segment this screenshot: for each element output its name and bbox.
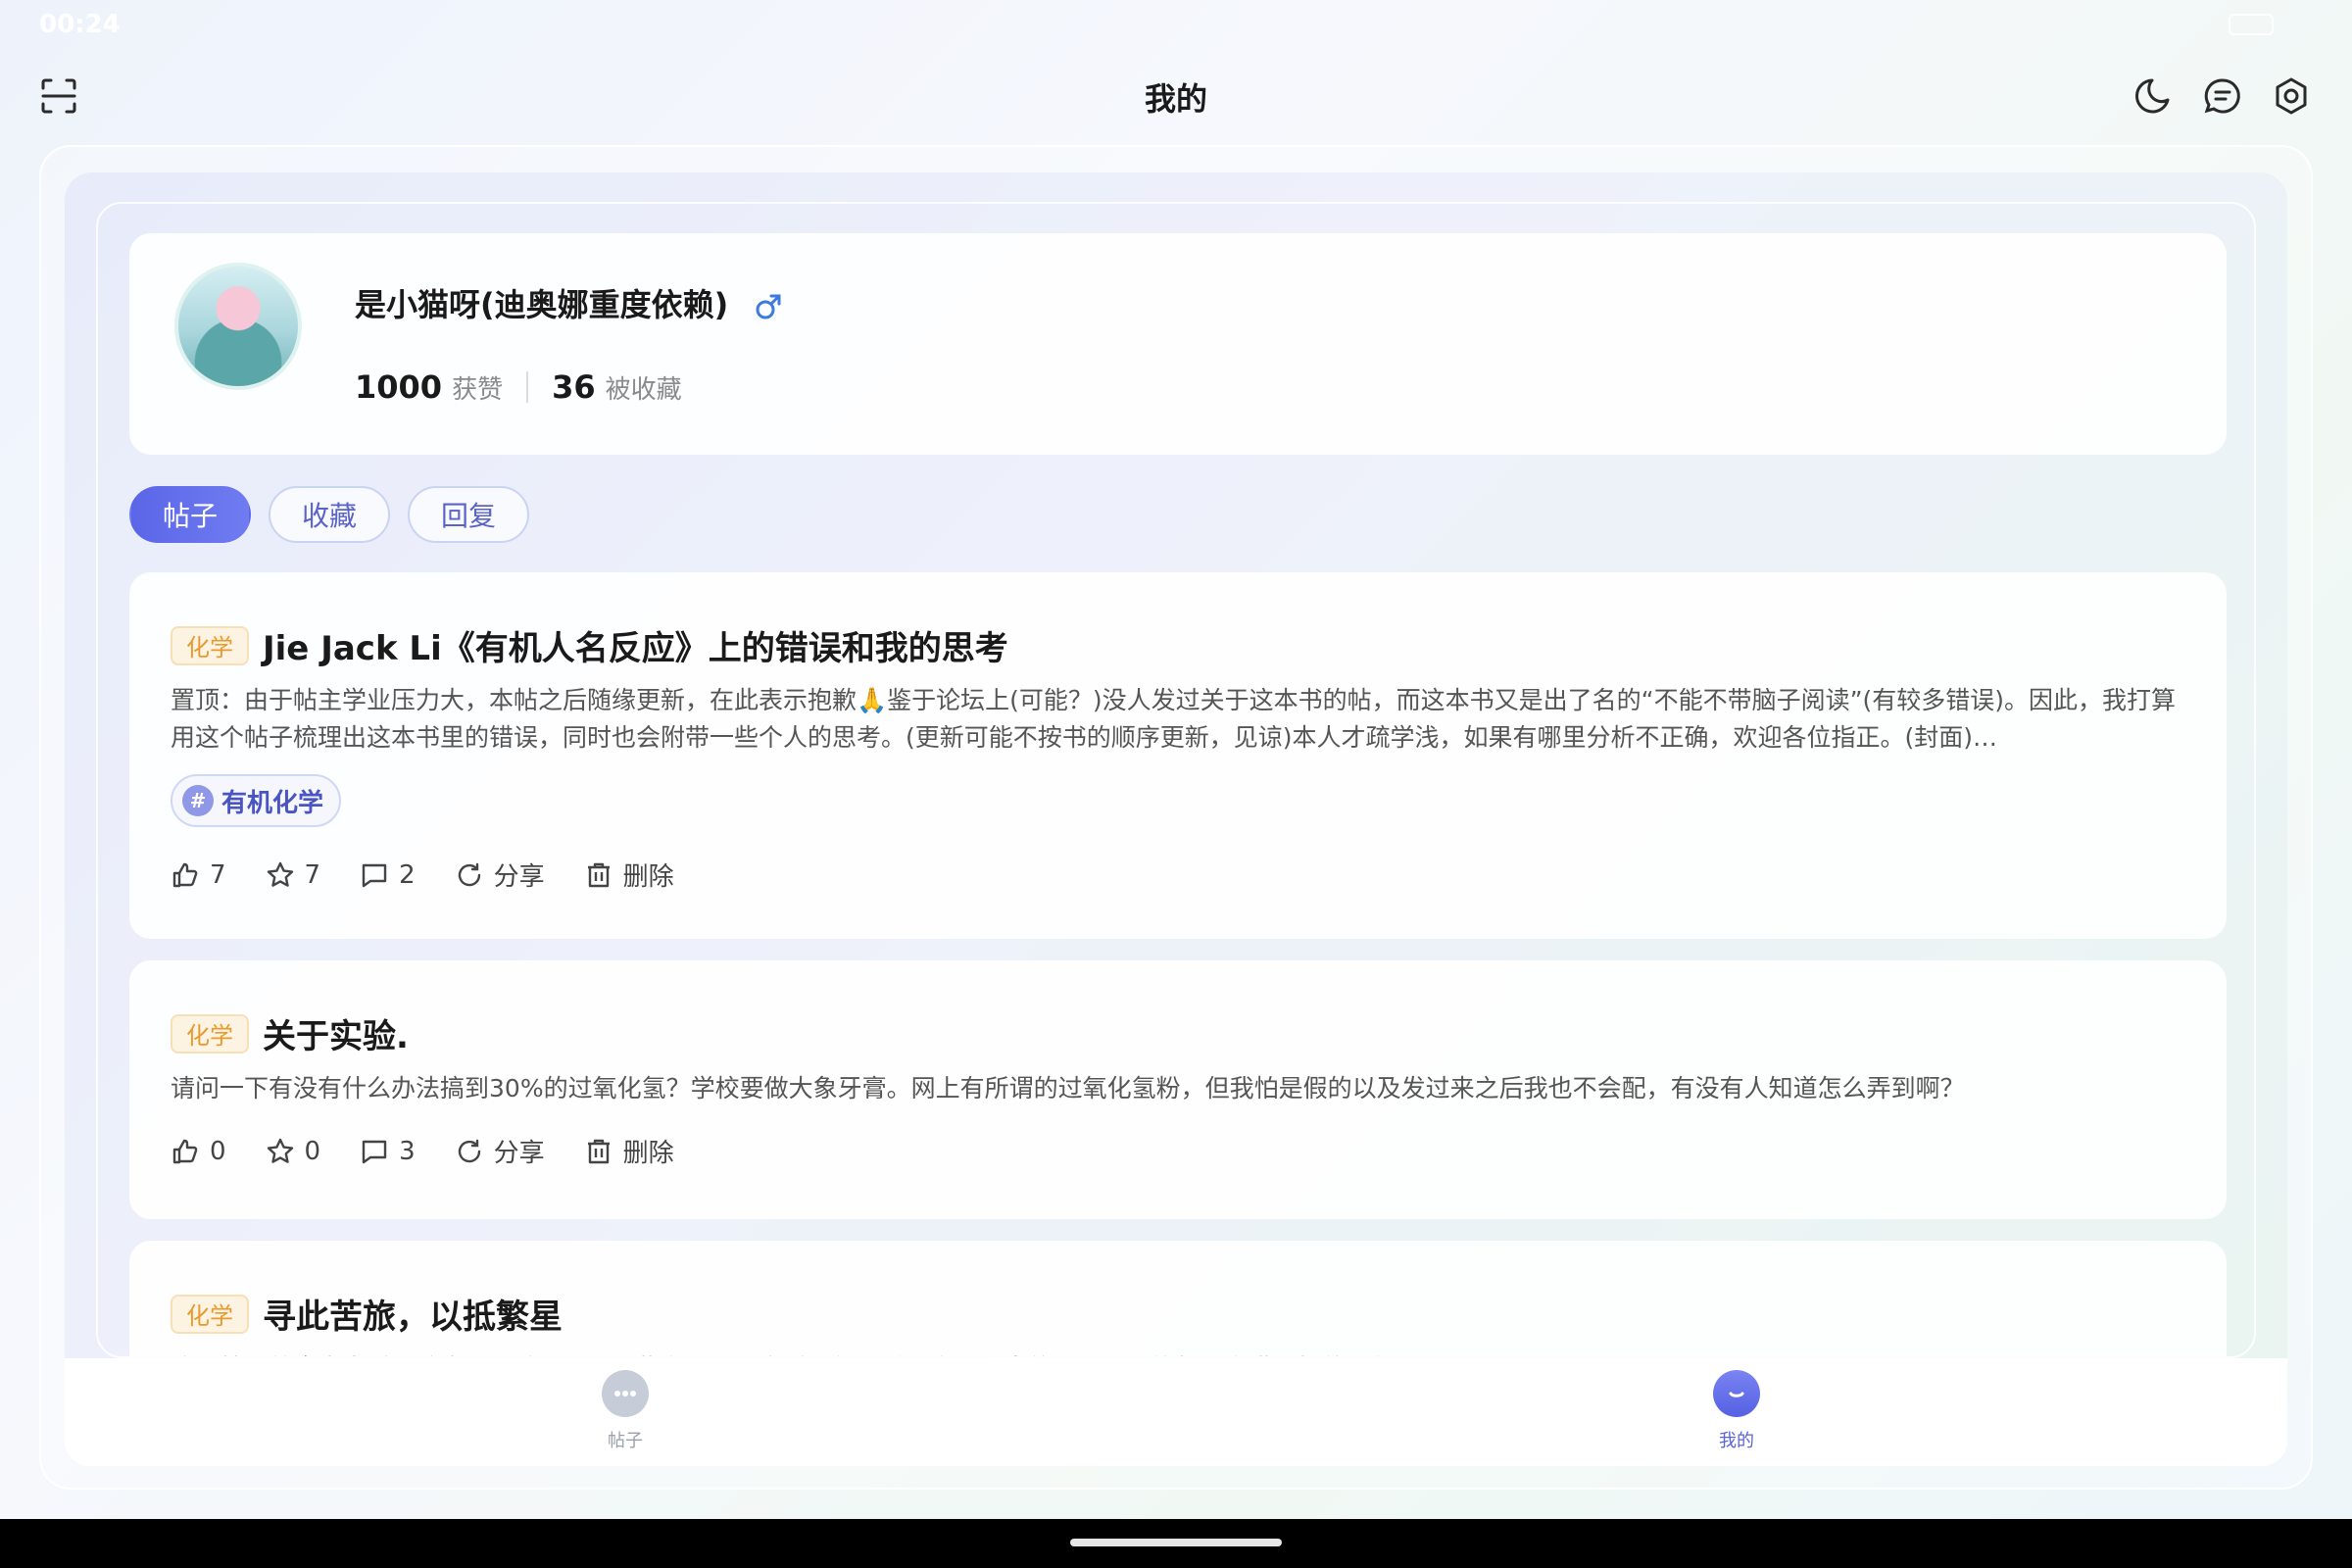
stats-divider	[526, 371, 529, 403]
like-button[interactable]: 0	[171, 1137, 226, 1166]
settings-icon[interactable]	[2270, 74, 2313, 118]
profile-smile-icon	[1713, 1370, 1760, 1417]
status-time: 00:24	[39, 10, 121, 39]
like-count: 7	[210, 859, 226, 890]
share-button[interactable]: 分享	[455, 1133, 545, 1169]
top-bar: 我的	[0, 59, 2352, 137]
topic-label: 有机化学	[221, 788, 324, 818]
page-title: 我的	[1144, 80, 1207, 118]
post-title[interactable]: 寻此苦旅，以抵繁星	[263, 1290, 563, 1338]
status-icons	[2048, 14, 2274, 35]
nav-posts-label: 帖子	[608, 1431, 643, 1451]
delete-button[interactable]: 删除	[584, 1133, 674, 1169]
post-card[interactable]: 化学 Jie Jack Li《有机人名反应》上的错误和我的思考 置顶：由于帖主学…	[129, 572, 2227, 939]
nav-mine-label: 我的	[1719, 1431, 1754, 1451]
comment-count: 2	[399, 859, 416, 890]
star-icon	[267, 861, 293, 887]
tab-replies[interactable]: 回复	[408, 486, 530, 543]
likes-count: 1000	[355, 368, 443, 406]
battery-icon	[2229, 14, 2274, 35]
tab-favorites[interactable]: 收藏	[269, 486, 391, 543]
system-nav-bar	[0, 1519, 2352, 1568]
favorited-label: 被收藏	[605, 374, 682, 405]
thumbs-up-icon	[172, 1139, 198, 1163]
trash-icon	[587, 862, 610, 887]
subject-badge: 化学	[171, 1013, 249, 1054]
comment-icon	[362, 1140, 387, 1163]
trash-icon	[587, 1139, 610, 1163]
post-card[interactable]: 化学 寻此苦旅，以抵繁星 这个帖子就拿来当时间胶囊了，随便记录一些东西，不定时更…	[129, 1241, 2227, 1356]
share-label: 分享	[493, 862, 545, 892]
star-count: 7	[304, 859, 321, 890]
post-actions: 7 7 2 分享 删除	[171, 857, 713, 893]
comment-button[interactable]: 2	[360, 860, 416, 890]
hashtag-icon: #	[182, 785, 214, 816]
post-excerpt: 置顶：由于帖主学业压力大，本帖之后随缘更新，在此表示抱歉🙏鉴于论坛上(可能？)没…	[171, 686, 2177, 752]
star-icon	[267, 1138, 293, 1163]
tab-posts[interactable]: 帖子	[129, 486, 252, 543]
delete-button[interactable]: 删除	[584, 857, 674, 893]
bottom-nav: 帖子 我的	[65, 1358, 2287, 1466]
star-count: 0	[304, 1136, 321, 1166]
post-actions: 0 0 3 分享 删除	[171, 1133, 713, 1169]
like-button[interactable]: 7	[171, 860, 226, 890]
post-excerpt: 请问一下有没有什么办法搞到30%的过氧化氢？学校要做大象牙膏。网上有所谓的过氧化…	[171, 1074, 1965, 1102]
home-indicator[interactable]	[1070, 1539, 1282, 1546]
subject-badge: 化学	[171, 1294, 249, 1334]
content-area: 是小猫呀(迪奥娜重度依赖) 1000 获赞 36 被收藏 帖子 收藏 回复 化学…	[96, 202, 2256, 1358]
topic-chip[interactable]: # 有机化学	[171, 774, 342, 827]
profile-name-row: 是小猫呀(迪奥娜重度依赖)	[355, 280, 784, 325]
post-header: 化学 Jie Jack Li《有机人名反应》上的错误和我的思考	[171, 621, 1008, 669]
share-icon	[458, 862, 480, 886]
post-card[interactable]: 化学 关于实验. 请问一下有没有什么办法搞到30%的过氧化氢？学校要做大象牙膏。…	[129, 960, 2227, 1219]
share-button[interactable]: 分享	[455, 857, 545, 893]
post-header: 化学 关于实验.	[171, 1009, 409, 1057]
star-button[interactable]: 7	[266, 859, 321, 890]
chat-bubble-icon	[602, 1370, 649, 1417]
post-excerpt: 这个帖子就拿来当时间胶囊了，随便记录一些东西，不定时更新，希望之后上岸的那天，还…	[171, 1350, 2189, 1356]
status-bar: 00:24	[0, 0, 2352, 49]
comment-count: 3	[399, 1136, 416, 1166]
message-icon[interactable]	[2201, 74, 2244, 118]
like-count: 0	[210, 1136, 226, 1166]
delete-label: 删除	[622, 1139, 674, 1168]
profile-name: 是小猫呀(迪奥娜重度依赖)	[355, 286, 729, 323]
male-gender-icon	[753, 291, 784, 322]
delete-label: 删除	[622, 862, 674, 892]
profile-card: 是小猫呀(迪奥娜重度依赖) 1000 获赞 36 被收藏	[129, 233, 2227, 455]
comment-button[interactable]: 3	[360, 1137, 416, 1166]
favorited-count: 36	[552, 368, 596, 406]
post-header: 化学 寻此苦旅，以抵繁星	[171, 1290, 563, 1338]
dark-mode-icon[interactable]	[2131, 74, 2174, 118]
profile-stats: 1000 获赞 36 被收藏	[355, 368, 682, 406]
thumbs-up-icon	[172, 862, 198, 887]
post-title[interactable]: Jie Jack Li《有机人名反应》上的错误和我的思考	[263, 621, 1008, 669]
post-title[interactable]: 关于实验.	[263, 1009, 409, 1057]
subject-badge: 化学	[171, 625, 249, 665]
nav-posts[interactable]: 帖子	[566, 1370, 684, 1452]
tab-bar: 帖子 收藏 回复	[129, 486, 530, 543]
comment-icon	[362, 863, 387, 887]
likes-label: 获赞	[452, 374, 504, 405]
avatar[interactable]	[174, 263, 302, 390]
share-label: 分享	[493, 1139, 545, 1168]
nav-mine[interactable]: 我的	[1678, 1370, 1795, 1452]
star-button[interactable]: 0	[266, 1136, 321, 1166]
share-icon	[458, 1139, 480, 1162]
